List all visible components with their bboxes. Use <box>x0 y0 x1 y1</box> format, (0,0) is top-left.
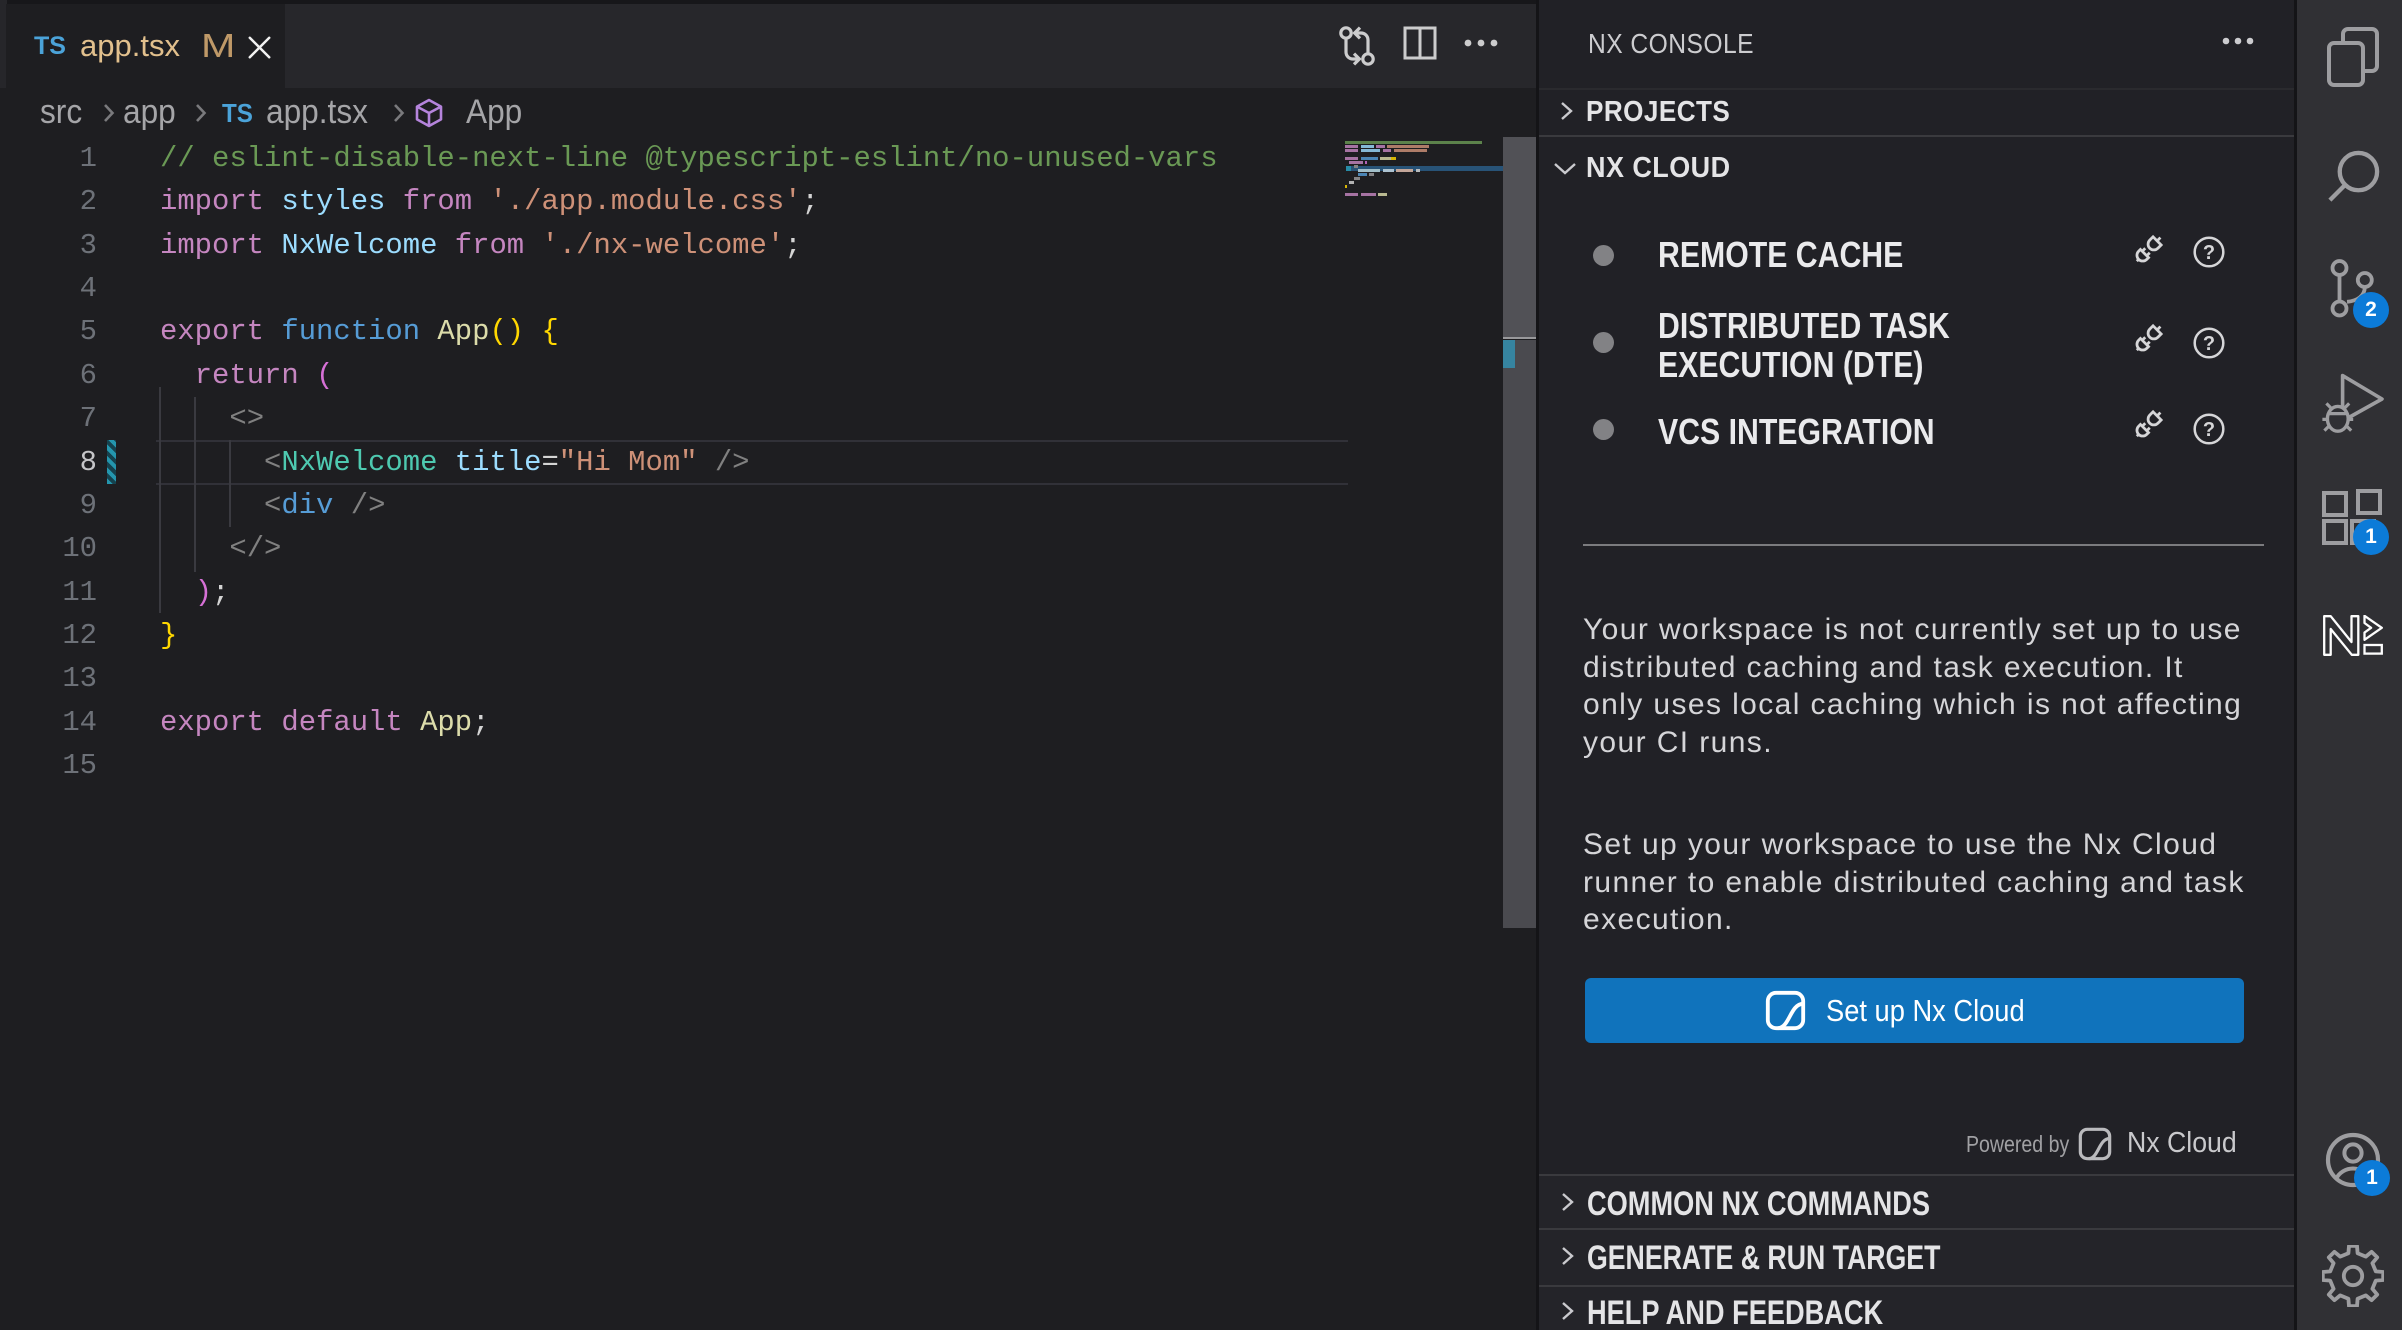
svg-text:?: ? <box>2203 419 2215 441</box>
svg-text:?: ? <box>2203 333 2215 355</box>
svg-text:?: ? <box>2203 242 2215 264</box>
